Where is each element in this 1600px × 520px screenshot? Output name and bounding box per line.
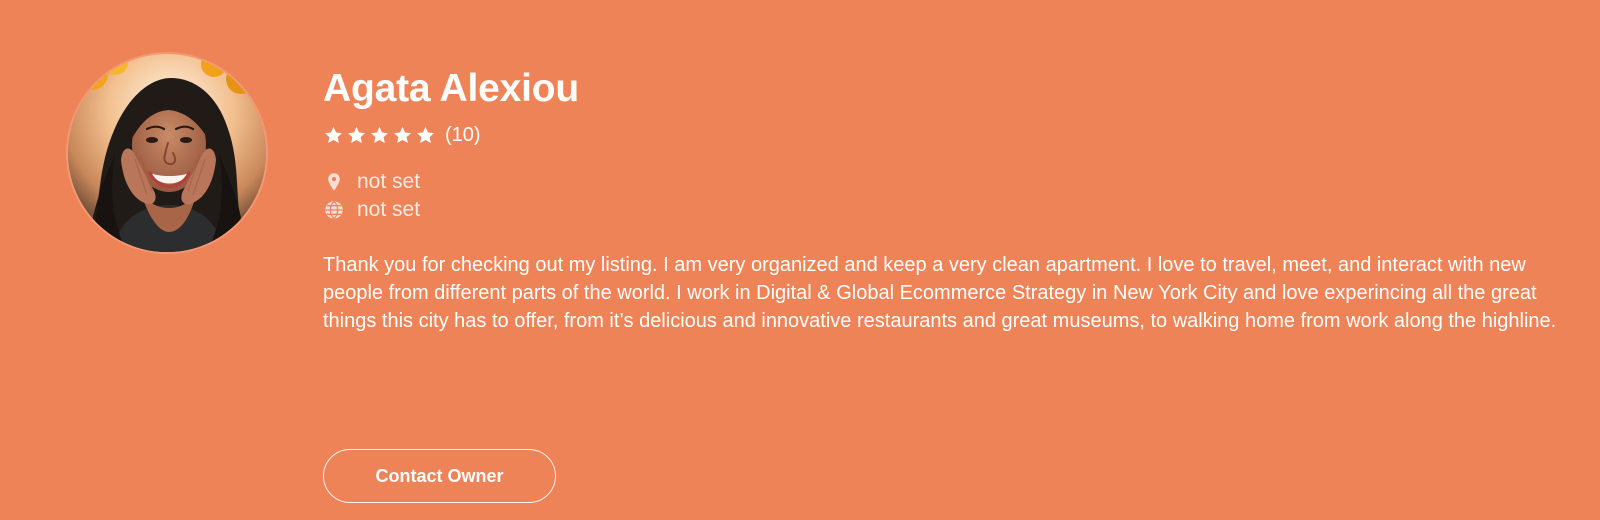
website-row: not set (323, 196, 1563, 224)
star-icon (393, 126, 412, 143)
star-icon (324, 126, 343, 143)
rating-row: (10) (323, 122, 1563, 148)
owner-name: Agata Alexiou (323, 67, 580, 110)
star-icon (416, 126, 435, 143)
website-value: not set (357, 198, 421, 221)
location-row: not set (323, 168, 1563, 196)
star-rating (323, 125, 436, 146)
location-value: not set (357, 170, 421, 193)
owner-bio: Thank you for checking out my listing. I… (323, 254, 1557, 332)
owner-avatar (68, 54, 266, 252)
rating-count: (10) (445, 124, 481, 146)
owner-details: Agata Alexiou (10) not set not set Thank… (323, 62, 1563, 335)
owner-meta: not set not set (323, 168, 1563, 224)
star-icon (370, 126, 389, 143)
avatar-photo (68, 54, 266, 252)
map-pin-icon (328, 173, 340, 191)
contact-owner-button[interactable]: Contact Owner (323, 449, 556, 503)
owner-profile-card: Agata Alexiou (10) not set not set Thank… (0, 0, 1600, 520)
star-icon (347, 126, 366, 143)
globe-icon (325, 200, 343, 220)
